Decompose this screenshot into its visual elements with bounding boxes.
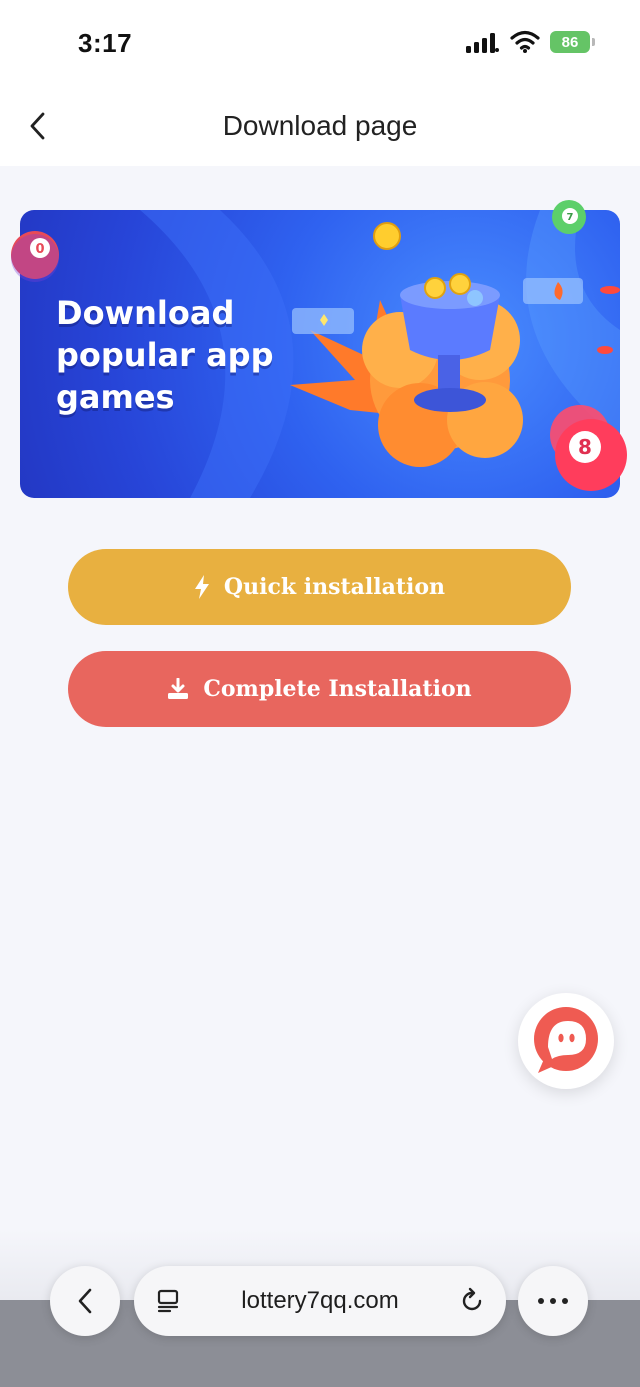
quick-install-button[interactable]: Quick installation	[68, 549, 571, 625]
battery-level: 86	[561, 33, 579, 51]
complete-install-button[interactable]: Complete Installation	[68, 651, 571, 727]
lightning-icon	[194, 575, 210, 599]
chat-bubble-icon	[534, 1007, 598, 1073]
complete-install-label: Complete Installation	[203, 676, 472, 702]
reload-icon[interactable]	[458, 1287, 486, 1315]
page-title: Download page	[222, 110, 418, 141]
address-bar[interactable]: lottery7qq.com	[134, 1266, 506, 1336]
banner-area: Download popular app games 0 7 8	[0, 190, 640, 510]
chat-button[interactable]	[518, 993, 614, 1089]
status-time: 3:17	[78, 28, 133, 58]
wifi-icon	[510, 30, 540, 53]
lottery-ball-0-icon: 0	[11, 231, 59, 282]
battery-cap	[592, 38, 595, 46]
banner-headline: Download popular app games	[56, 292, 273, 418]
banner-line-1: Download	[56, 294, 235, 332]
svg-text:0: 0	[35, 242, 44, 257]
signal-icon	[466, 33, 499, 53]
banner-line-2: popular app	[56, 336, 274, 374]
more-icon	[538, 1298, 568, 1304]
url-text: lottery7qq.com	[241, 1287, 399, 1314]
svg-text:8: 8	[578, 435, 592, 459]
status-bar: 3:17 86	[0, 0, 640, 88]
download-icon	[167, 678, 189, 700]
chevron-left-icon	[78, 1288, 92, 1314]
svg-text:7: 7	[567, 212, 574, 223]
banner-line-3: games	[56, 378, 175, 416]
battery-icon: 86	[550, 31, 590, 53]
lottery-ball-8-icon: 8	[555, 419, 627, 491]
browser-back-button[interactable]	[50, 1266, 120, 1336]
lottery-ball-7-icon: 7	[552, 200, 586, 234]
page-header: Download page	[0, 88, 640, 166]
more-options-button[interactable]	[518, 1266, 588, 1336]
download-banner: Download popular app games	[20, 210, 620, 498]
quick-install-label: Quick installation	[223, 574, 446, 600]
